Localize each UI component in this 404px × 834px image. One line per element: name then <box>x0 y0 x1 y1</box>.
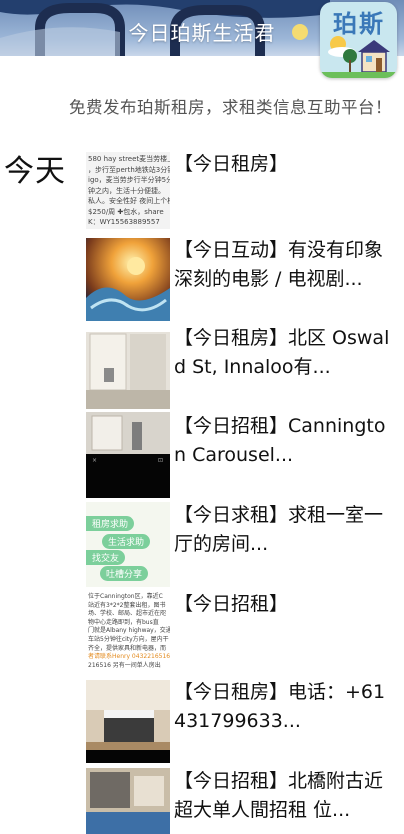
movie-art-image <box>86 238 170 321</box>
room-photo <box>86 680 170 763</box>
item-thumbnail[interactable] <box>86 238 170 321</box>
thumb-text-line: $250/周 ✚包水，share <box>88 207 164 216</box>
svg-text:⊡: ⊡ <box>158 457 163 464</box>
thumb-text-line: ，步行至perth地铁站3分钟 <box>88 165 170 174</box>
room-photo <box>86 326 170 409</box>
list-item-title[interactable]: 【今日租房】 <box>174 150 396 179</box>
list-item-title[interactable]: 【今日租房】北区 Oswald St, Innaloo有... <box>174 324 396 382</box>
item-thumbnail[interactable] <box>86 326 170 409</box>
thumb-tag: 找交友 <box>86 550 126 565</box>
item-thumbnail[interactable] <box>86 680 170 763</box>
thumb-tag: 生活求助 <box>102 534 151 549</box>
thumb-tag: 吐槽分享 <box>100 566 149 581</box>
room-photo <box>86 768 170 834</box>
thumb-text-line: 580 hay street麦当劳楼上 <box>88 155 170 163</box>
item-thumbnail[interactable] <box>86 768 170 834</box>
list-item-title[interactable]: 【今日招租】 <box>174 590 396 619</box>
thumb-text-line: 场、学校、邮局、超市近在咫 <box>88 610 167 618</box>
thumb-text-line: 钟之内，生活十分便捷。 <box>88 186 165 195</box>
item-thumbnail[interactable]: 位于Cannington区，靠近C 站近有3*2*2整套出租，图书 场、学校、邮… <box>86 591 170 671</box>
thumb-text-line: 齐全，提供家具和新电器，而 <box>88 644 167 652</box>
thumb-text-line: 车站5分钟往city方向，屋内干 <box>88 635 169 643</box>
house-icon <box>320 36 397 78</box>
app-logo[interactable]: 珀斯 <box>320 2 397 78</box>
thumb-text-line: 私人。安全性好 夜间上个楼 <box>88 197 170 205</box>
thumb-text-line: igo，麦当劳步行半分钟5分 <box>88 176 170 184</box>
item-thumbnail[interactable]: × ⊡ <box>86 412 170 498</box>
thumb-text-line: 位于Cannington区，靠近C <box>88 593 163 600</box>
thumb-text-line: 站近有3*2*2整套出租，图书 <box>88 601 166 609</box>
day-label: 今天 <box>4 154 66 189</box>
item-thumbnail[interactable]: 租房求助 生活求助 找交友 吐槽分享 <box>86 502 170 587</box>
list-item-title[interactable]: 【今日招租】北橋附古近超大单人間招租 位... <box>174 767 396 825</box>
list-item-title[interactable]: 【今日租房】电话：+61431799633... <box>174 678 396 736</box>
thumb-text-line: K：WY15563889557 <box>88 218 160 226</box>
thumb-tag: 租房求助 <box>86 516 135 531</box>
thumb-text-line: 门就是Albany highway，交通 <box>88 627 170 635</box>
list-item-title[interactable]: 【今日求租】求租一室一厅的房间... <box>174 501 396 559</box>
list-item-title[interactable]: 【今日招租】Cannington Carousel... <box>174 412 396 470</box>
item-thumbnail[interactable]: 580 hay street麦当劳楼上 ，步行至perth地铁站3分钟 igo，… <box>86 152 170 229</box>
slogan-text: 免费发布珀斯租房，求租类信息互助平台！ <box>69 98 392 117</box>
svg-text:×: × <box>92 457 97 464</box>
list-item-title[interactable]: 【今日互动】有没有印象深刻的电影 / 电视剧... <box>174 236 396 294</box>
room-photo: × ⊡ <box>86 412 170 498</box>
thumb-text-line: 216516 另有一间单人房出 <box>88 661 161 669</box>
thumb-text-line: 者请联系Henry 0432216516 <box>88 653 170 661</box>
